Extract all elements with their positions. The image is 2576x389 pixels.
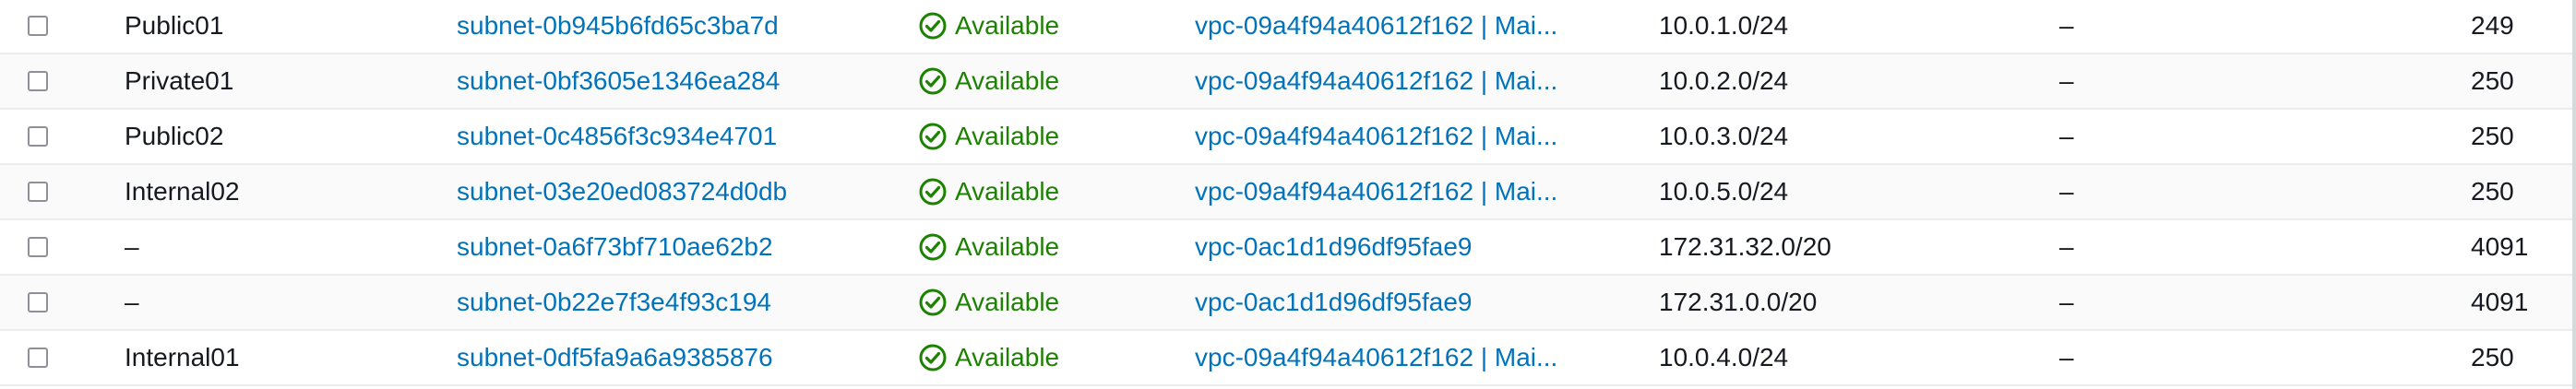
subnet-id-link[interactable]: subnet-0b22e7f3e4f93c194 bbox=[457, 288, 771, 317]
row-select-checkbox[interactable] bbox=[28, 292, 48, 312]
row-select-checkbox[interactable] bbox=[28, 16, 48, 36]
ipv6-cidr: – bbox=[2059, 343, 2074, 371]
check-circle-icon bbox=[919, 178, 947, 206]
subnet-name: – bbox=[125, 288, 139, 316]
check-circle-icon bbox=[919, 233, 947, 261]
check-circle-icon bbox=[919, 123, 947, 150]
ipv6-cidr: – bbox=[2059, 122, 2074, 150]
status-text: Available bbox=[955, 232, 1060, 261]
status-badge: Available bbox=[918, 66, 1059, 96]
check-circle-icon bbox=[919, 67, 947, 95]
ipv4-cidr: 172.31.0.0/20 bbox=[1659, 288, 1818, 316]
status-text: Available bbox=[955, 177, 1060, 206]
subnet-name: Internal02 bbox=[125, 177, 240, 206]
ipv6-cidr: – bbox=[2059, 177, 2074, 206]
vpc-link[interactable]: vpc-09a4f94a40612f162 | Mai... bbox=[1195, 66, 1582, 96]
status-text: Available bbox=[955, 122, 1060, 150]
subnet-name: Public01 bbox=[125, 11, 224, 40]
table-row[interactable]: – subnet-0a6f73bf710ae62b2 Available vpc… bbox=[0, 220, 2576, 276]
subnets-table: Public01 subnet-0b945b6fd65c3ba7d Availa… bbox=[0, 0, 2576, 389]
table-row[interactable]: Internal02 subnet-03e20ed083724d0db Avai… bbox=[0, 165, 2576, 220]
status-text: Available bbox=[955, 343, 1060, 371]
subnet-id-link[interactable]: subnet-0df5fa9a6a9385876 bbox=[457, 343, 773, 372]
available-ips: 250 bbox=[2471, 177, 2514, 206]
available-ips: 250 bbox=[2471, 66, 2514, 95]
subnet-name: Internal01 bbox=[125, 343, 240, 371]
available-ips: 249 bbox=[2471, 11, 2514, 40]
check-circle-icon bbox=[919, 289, 947, 316]
status-badge: Available bbox=[918, 122, 1059, 151]
ipv6-cidr: – bbox=[2059, 232, 2074, 261]
vpc-link[interactable]: vpc-09a4f94a40612f162 | Mai... bbox=[1195, 11, 1582, 41]
vpc-link[interactable]: vpc-09a4f94a40612f162 | Mai... bbox=[1195, 122, 1582, 151]
ipv4-cidr: 10.0.2.0/24 bbox=[1659, 66, 1789, 95]
status-badge: Available bbox=[918, 11, 1059, 41]
ipv4-cidr: 10.0.5.0/24 bbox=[1659, 177, 1789, 206]
row-select-checkbox[interactable] bbox=[28, 348, 48, 368]
row-select-checkbox[interactable] bbox=[28, 71, 48, 91]
table-row[interactable]: Internal01 subnet-0df5fa9a6a9385876 Avai… bbox=[0, 331, 2576, 386]
check-circle-icon bbox=[919, 12, 947, 40]
row-select-checkbox[interactable] bbox=[28, 126, 48, 147]
table-row[interactable]: Private01 subnet-0bf3605e1346ea284 Avail… bbox=[0, 54, 2576, 110]
status-text: Available bbox=[955, 288, 1060, 316]
status-text: Available bbox=[955, 66, 1060, 95]
status-text: Available bbox=[955, 11, 1060, 40]
available-ips: 4091 bbox=[2471, 288, 2529, 316]
vpc-link[interactable]: vpc-09a4f94a40612f162 | Mai... bbox=[1195, 343, 1582, 372]
table-row[interactable]: Public02 subnet-0c4856f3c934e4701 Availa… bbox=[0, 110, 2576, 165]
ipv6-cidr: – bbox=[2059, 11, 2074, 40]
available-ips: 4091 bbox=[2471, 232, 2529, 261]
ipv4-cidr: 10.0.4.0/24 bbox=[1659, 343, 1789, 371]
vpc-link[interactable]: vpc-09a4f94a40612f162 | Mai... bbox=[1195, 177, 1582, 206]
check-circle-icon bbox=[919, 344, 947, 371]
status-badge: Available bbox=[918, 288, 1059, 317]
available-ips: 250 bbox=[2471, 343, 2514, 371]
subnet-id-link[interactable]: subnet-0a6f73bf710ae62b2 bbox=[457, 232, 773, 262]
subnet-id-link[interactable]: subnet-0c4856f3c934e4701 bbox=[457, 122, 777, 151]
table-right-border bbox=[2572, 0, 2576, 389]
ipv4-cidr: 10.0.3.0/24 bbox=[1659, 122, 1789, 150]
subnet-id-link[interactable]: subnet-0bf3605e1346ea284 bbox=[457, 66, 780, 96]
subnet-id-link[interactable]: subnet-0b945b6fd65c3ba7d bbox=[457, 11, 779, 41]
subnet-name: Private01 bbox=[125, 66, 234, 95]
available-ips: 250 bbox=[2471, 122, 2514, 150]
ipv4-cidr: 172.31.32.0/20 bbox=[1659, 232, 1831, 261]
status-badge: Available bbox=[918, 232, 1059, 262]
vpc-link[interactable]: vpc-0ac1d1d96df95fae9 bbox=[1195, 288, 1582, 317]
ipv4-cidr: 10.0.1.0/24 bbox=[1659, 11, 1789, 40]
vpc-link[interactable]: vpc-0ac1d1d96df95fae9 bbox=[1195, 232, 1582, 262]
status-badge: Available bbox=[918, 177, 1059, 206]
subnet-name: Public02 bbox=[125, 122, 224, 150]
status-badge: Available bbox=[918, 343, 1059, 372]
subnet-id-link[interactable]: subnet-03e20ed083724d0db bbox=[457, 177, 787, 206]
table-row[interactable]: Public01 subnet-0b945b6fd65c3ba7d Availa… bbox=[0, 0, 2576, 54]
row-select-checkbox[interactable] bbox=[28, 237, 48, 257]
subnet-name: – bbox=[125, 232, 139, 261]
row-select-checkbox[interactable] bbox=[28, 182, 48, 202]
ipv6-cidr: – bbox=[2059, 288, 2074, 316]
ipv6-cidr: – bbox=[2059, 66, 2074, 95]
table-row[interactable]: – subnet-0b22e7f3e4f93c194 Available vpc… bbox=[0, 276, 2576, 331]
